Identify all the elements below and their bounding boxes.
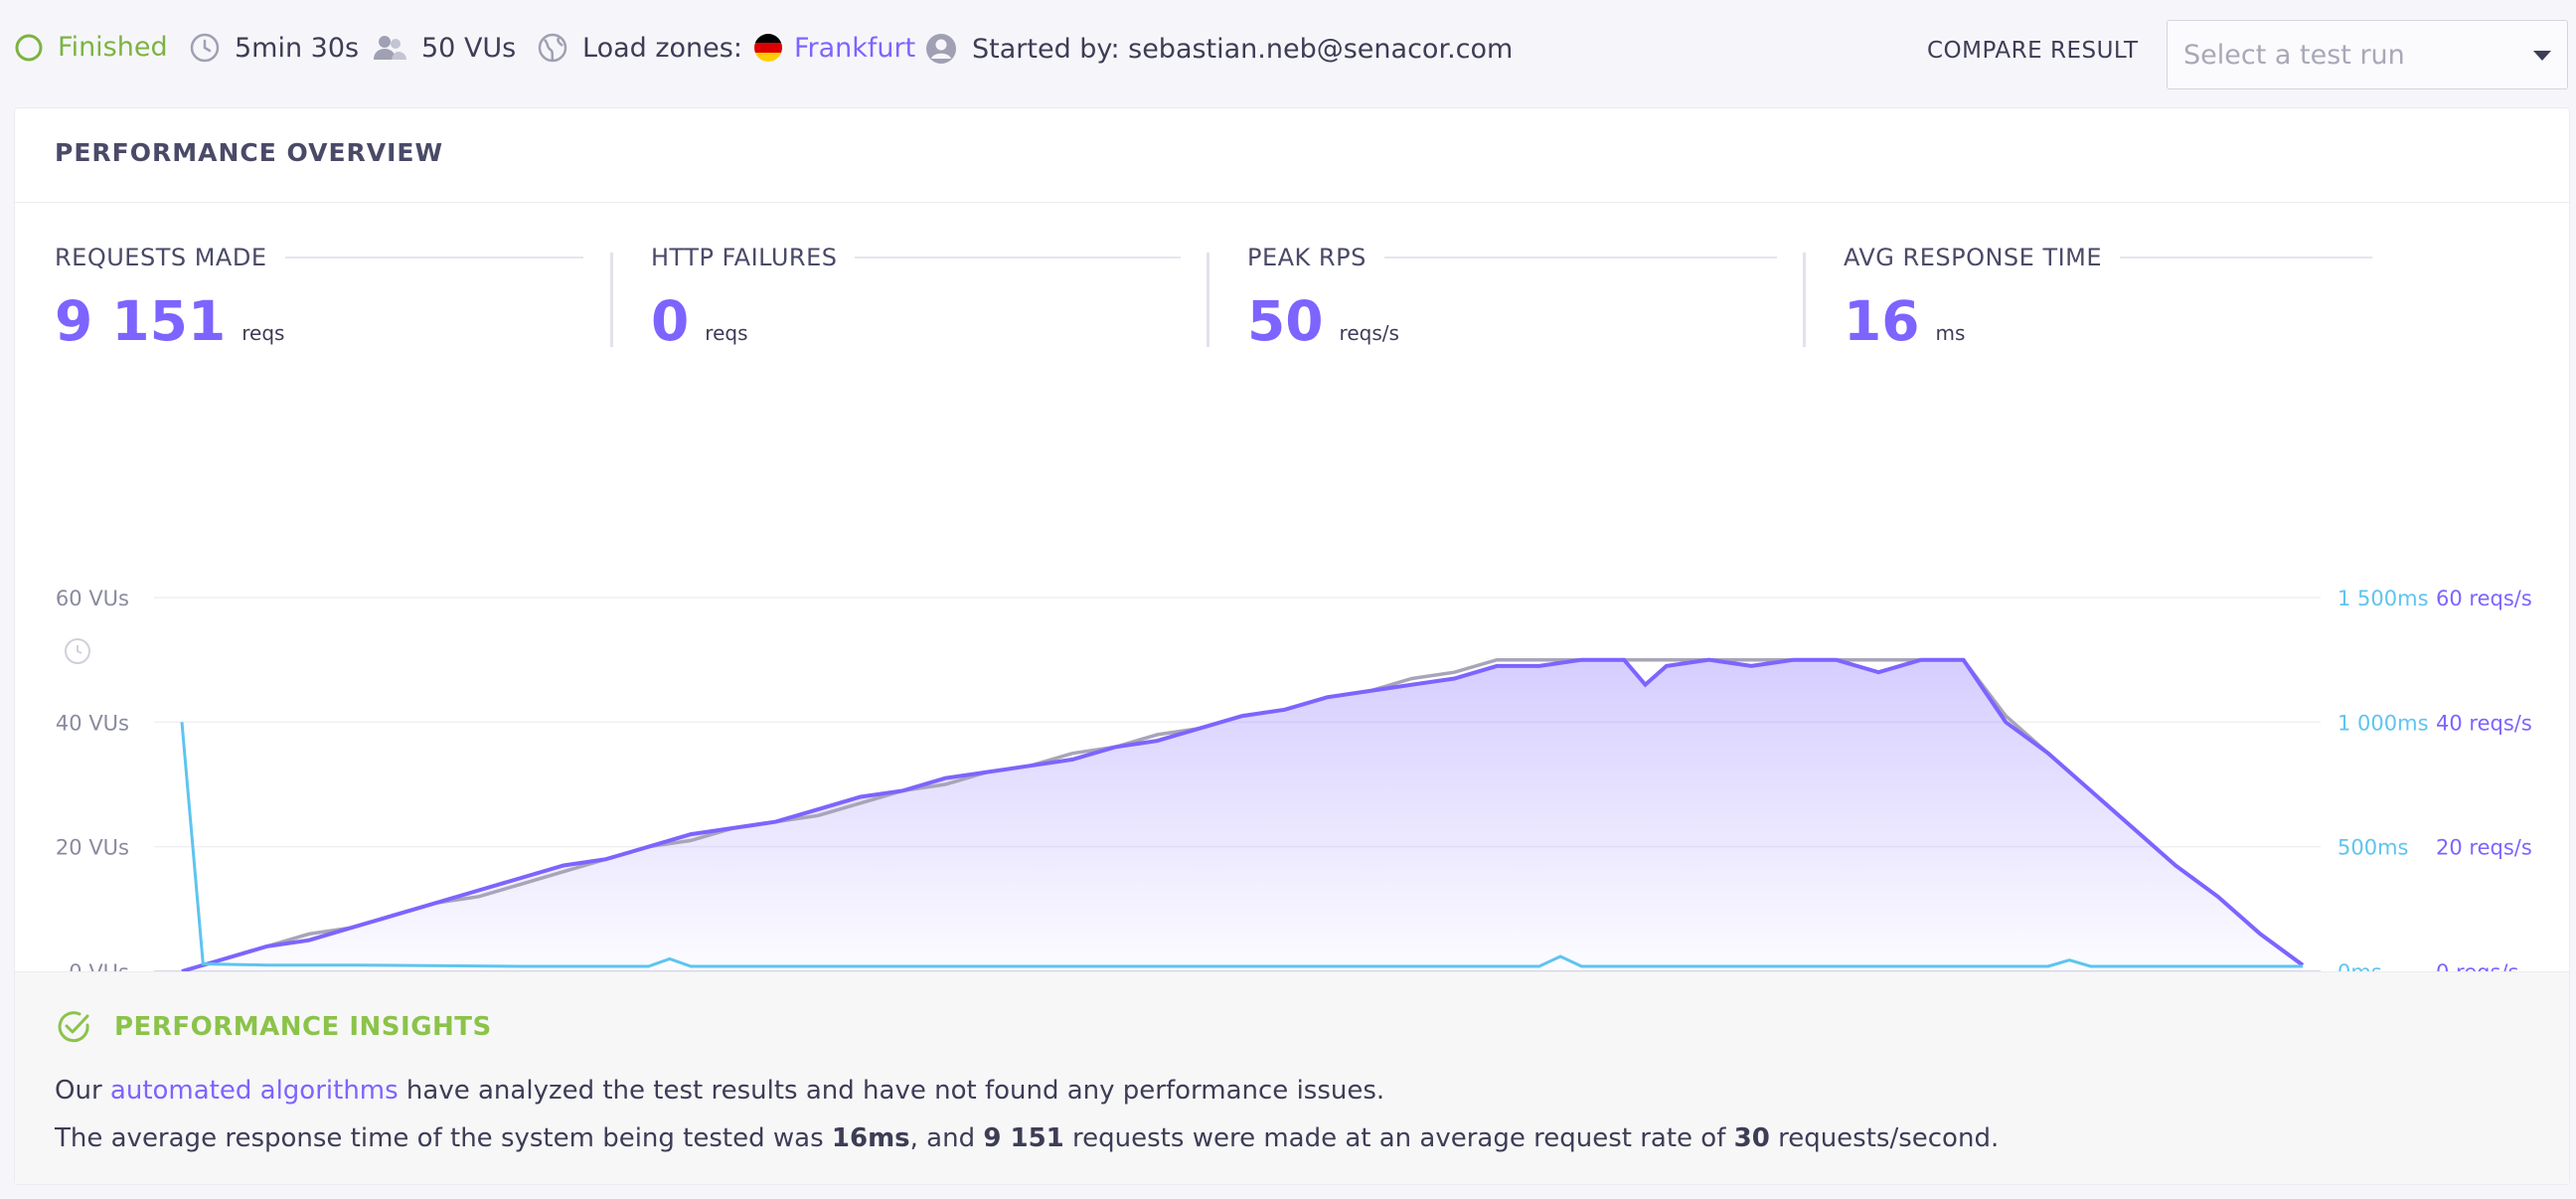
kpi-unit: ms <box>1935 321 1966 345</box>
germany-flag-icon <box>753 34 782 62</box>
kpi-label: HTTP FAILURES <box>651 244 838 271</box>
compare-select-placeholder: Select a test run <box>2183 39 2405 71</box>
kpi-separator <box>610 253 613 347</box>
compare-result-label: COMPARE RESULT <box>1927 38 2139 64</box>
performance-overview-card: PERFORMANCE OVERVIEW REQUESTS MADE 9 151… <box>14 107 2570 1185</box>
kpi-separator <box>1803 253 1806 347</box>
card-divider <box>15 202 2569 203</box>
kpi-unit: reqs <box>705 321 748 345</box>
user-avatar-icon <box>924 32 958 66</box>
y-right-ms-tick-label: 500ms <box>2337 836 2408 860</box>
kpi-value: 9 151 <box>55 289 227 353</box>
status-indicator: Finished <box>14 32 168 63</box>
insights-details: The average response time of the system … <box>55 1123 1999 1153</box>
y-right-rps-tick-label: 20 reqs/s <box>2436 836 2532 860</box>
y-right-rps-tick-label: 40 reqs/s <box>2436 711 2532 735</box>
y-left-tick-label: 40 VUs <box>56 711 129 735</box>
kpi-unit: reqs/s <box>1339 321 1399 345</box>
load-zones-label: Load zones: <box>582 32 742 64</box>
chevron-down-icon <box>2533 51 2551 61</box>
insights-title: PERFORMANCE INSIGHTS <box>114 1012 492 1042</box>
check-circle-icon <box>55 1008 92 1050</box>
kpi-rule <box>1383 257 1777 258</box>
kpi-value: 16 <box>1844 289 1920 353</box>
kpi-value: 50 <box>1247 289 1324 353</box>
automated-algorithms-link[interactable]: automated algorithms <box>110 1076 399 1106</box>
kpi-unit: reqs <box>242 321 285 345</box>
kpi-http-failures: HTTP FAILURES 0 reqs <box>651 244 1181 353</box>
kpi-rule <box>2120 257 2372 258</box>
started-by: Started by: sebastian.neb@senacor.com <box>924 32 1513 66</box>
insights-text: requests were made at an average request… <box>1063 1123 1734 1153</box>
insights-rate: 30 <box>1733 1123 1770 1153</box>
status-text: Finished <box>58 32 168 63</box>
kpi-rule <box>284 257 583 258</box>
kpi-rule <box>855 257 1181 258</box>
kpi-label: AVG RESPONSE TIME <box>1844 244 2103 271</box>
y-left-tick-label: 60 VUs <box>56 587 129 610</box>
kpi-separator <box>1207 253 1209 347</box>
status-circle-icon <box>14 33 44 63</box>
insights-text: , and <box>909 1123 984 1153</box>
insights-text: have analyzed the test results and have … <box>398 1076 1385 1106</box>
y-left-tick-label: 20 VUs <box>56 836 129 860</box>
clock-icon <box>189 32 221 64</box>
insights-text: requests/second. <box>1769 1123 2000 1153</box>
kpi-peak-rps: PEAK RPS 50 reqs/s <box>1247 244 1777 353</box>
kpi-avg-response-time: AVG RESPONSE TIME 16 ms <box>1844 244 2372 353</box>
duration-text: 5min 30s <box>235 32 360 64</box>
virtual-users: 50 VUs <box>372 32 516 64</box>
y-right-rps-tick-label: 60 reqs/s <box>2436 587 2532 610</box>
globe-icon <box>537 32 568 64</box>
test-run-header: Finished 5min 30s 50 VUs Load zones: Fra… <box>0 0 2576 103</box>
vus-text: 50 VUs <box>421 32 517 64</box>
insights-text: The average response time of the system … <box>55 1123 832 1153</box>
insights-requests: 9 151 <box>983 1123 1064 1153</box>
y-right-ms-tick-label: 1 000ms <box>2337 711 2429 735</box>
time-axis-clock-icon <box>65 638 90 664</box>
compare-test-run-select[interactable]: Select a test run <box>2167 20 2568 89</box>
kpi-requests-made: REQUESTS MADE 9 151 reqs <box>55 244 583 353</box>
insights-text: Our <box>55 1076 110 1106</box>
kpi-label: PEAK RPS <box>1247 244 1367 271</box>
performance-overview-title: PERFORMANCE OVERVIEW <box>55 138 444 167</box>
insights-response-time: 16ms <box>831 1123 910 1153</box>
started-by-text: Started by: sebastian.neb@senacor.com <box>972 33 1514 65</box>
users-icon <box>372 32 407 64</box>
y-right-ms-tick-label: 1 500ms <box>2337 587 2429 610</box>
insights-summary: Our automated algorithms have analyzed t… <box>55 1076 1384 1106</box>
load-zone-link[interactable]: Frankfurt <box>794 33 915 64</box>
performance-insights: PERFORMANCE INSIGHTS Our automated algor… <box>15 971 2569 1184</box>
duration: 5min 30s <box>189 32 359 64</box>
performance-chart: 0 VUs0ms0 reqs/s20 VUs500ms20 reqs/s40 V… <box>56 587 2532 983</box>
kpi-value: 0 <box>651 289 690 353</box>
load-zones: Load zones: Frankfurt <box>537 32 915 64</box>
kpi-label: REQUESTS MADE <box>55 244 267 271</box>
rps-area-fill <box>182 659 2303 971</box>
